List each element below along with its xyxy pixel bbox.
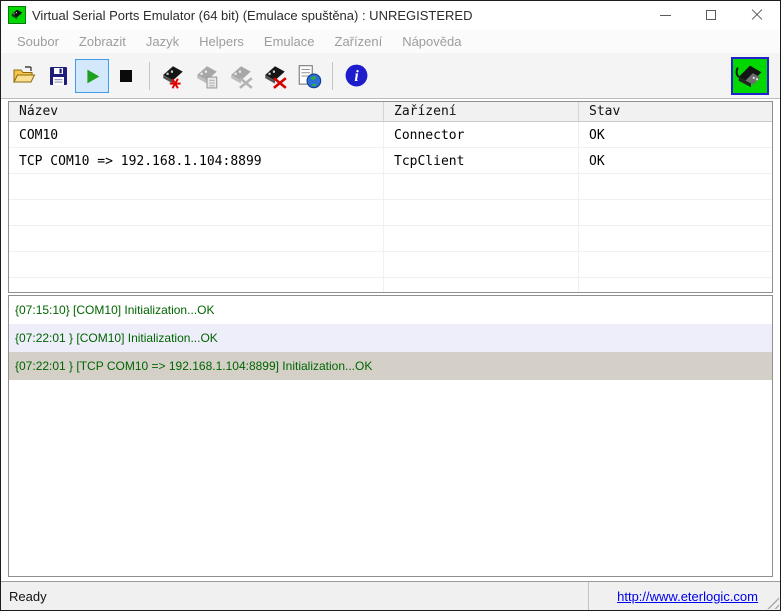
svg-text:i: i	[354, 68, 359, 85]
menu-zobrazit[interactable]: Zobrazit	[69, 31, 136, 52]
delete-device-button[interactable]	[224, 59, 258, 93]
stop-emulation-button[interactable]	[109, 59, 143, 93]
create-device-button[interactable]	[156, 59, 190, 93]
cell-zarizeni: TcpClient	[384, 148, 579, 173]
stop-icon	[120, 70, 132, 82]
menu-helpers[interactable]: Helpers	[189, 31, 254, 52]
device-table: Název Zařízení Stav COM10 Connector OK T…	[8, 101, 773, 293]
column-header-zarizeni[interactable]: Zařízení	[384, 102, 579, 121]
menu-napoveda[interactable]: Nápověda	[392, 31, 471, 52]
app-icon	[8, 6, 26, 24]
open-folder-icon	[12, 64, 36, 88]
window-controls	[642, 1, 780, 29]
cell-stav: OK	[579, 122, 772, 147]
device-properties-icon	[194, 63, 220, 89]
menu-zarizeni[interactable]: Zařízení	[325, 31, 393, 52]
toolbar: i	[1, 53, 780, 99]
about-button[interactable]: i	[339, 59, 373, 93]
window-title: Virtual Serial Ports Emulator (64 bit) (…	[32, 8, 472, 23]
info-icon: i	[344, 63, 369, 88]
maximize-button[interactable]	[688, 1, 734, 29]
app-logo	[731, 57, 769, 95]
device-properties-button[interactable]	[190, 59, 224, 93]
main-content: Název Zařízení Stav COM10 Connector OK T…	[1, 99, 780, 581]
toolbar-separator	[332, 62, 333, 90]
maximize-icon	[706, 10, 716, 20]
minimize-button[interactable]	[642, 1, 688, 29]
table-row-empty	[9, 278, 772, 293]
status-bar: Ready http://www.eterlogic.com	[1, 581, 780, 610]
start-emulation-button[interactable]	[75, 59, 109, 93]
table-row-empty	[9, 174, 772, 200]
device-delete-all-icon	[262, 63, 288, 89]
column-header-stav[interactable]: Stav	[579, 102, 772, 121]
log-entry[interactable]: {07:22:01 } [COM10] Initialization...OK	[9, 324, 772, 352]
menu-jazyk[interactable]: Jazyk	[136, 31, 189, 52]
cell-nazev: COM10	[9, 122, 384, 147]
save-floppy-icon	[46, 64, 70, 88]
minimize-icon	[660, 15, 671, 16]
log-panel: {07:15:10} [COM10] Initialization...OK {…	[8, 295, 773, 577]
app-window: Virtual Serial Ports Emulator (64 bit) (…	[0, 0, 781, 611]
terminal-button[interactable]	[292, 59, 326, 93]
table-row-empty	[9, 226, 772, 252]
serial-connector-logo-icon	[734, 60, 766, 92]
open-button[interactable]	[7, 59, 41, 93]
table-row[interactable]: COM10 Connector OK	[9, 122, 772, 148]
device-table-header: Název Zařízení Stav	[9, 102, 772, 122]
delete-all-devices-button[interactable]	[258, 59, 292, 93]
device-new-icon	[160, 63, 186, 89]
cell-nazev: TCP COM10 => 192.168.1.104:8899	[9, 148, 384, 173]
log-entry[interactable]: {07:15:10} [COM10] Initialization...OK	[9, 296, 772, 324]
menu-soubor[interactable]: Soubor	[7, 31, 69, 52]
cell-stav: OK	[579, 148, 772, 173]
menu-emulace[interactable]: Emulace	[254, 31, 325, 52]
table-row-empty	[9, 252, 772, 278]
save-button[interactable]	[41, 59, 75, 93]
cell-zarizeni: Connector	[384, 122, 579, 147]
terminal-globe-icon	[296, 63, 322, 89]
close-icon	[751, 9, 763, 21]
log-entry-selected[interactable]: {07:22:01 } [TCP COM10 => 192.168.1.104:…	[9, 352, 772, 380]
device-delete-icon	[228, 63, 254, 89]
serial-connector-icon	[10, 8, 24, 22]
title-bar: Virtual Serial Ports Emulator (64 bit) (…	[1, 1, 780, 29]
table-row-empty	[9, 200, 772, 226]
play-icon	[81, 65, 103, 87]
table-row[interactable]: TCP COM10 => 192.168.1.104:8899 TcpClien…	[9, 148, 772, 174]
status-link-panel: http://www.eterlogic.com	[588, 582, 780, 610]
status-text: Ready	[1, 589, 47, 604]
eterlogic-link[interactable]: http://www.eterlogic.com	[617, 589, 758, 604]
toolbar-separator	[149, 62, 150, 90]
column-header-nazev[interactable]: Název	[9, 102, 384, 121]
menu-bar: Soubor Zobrazit Jazyk Helpers Emulace Za…	[1, 29, 780, 53]
close-button[interactable]	[734, 1, 780, 29]
